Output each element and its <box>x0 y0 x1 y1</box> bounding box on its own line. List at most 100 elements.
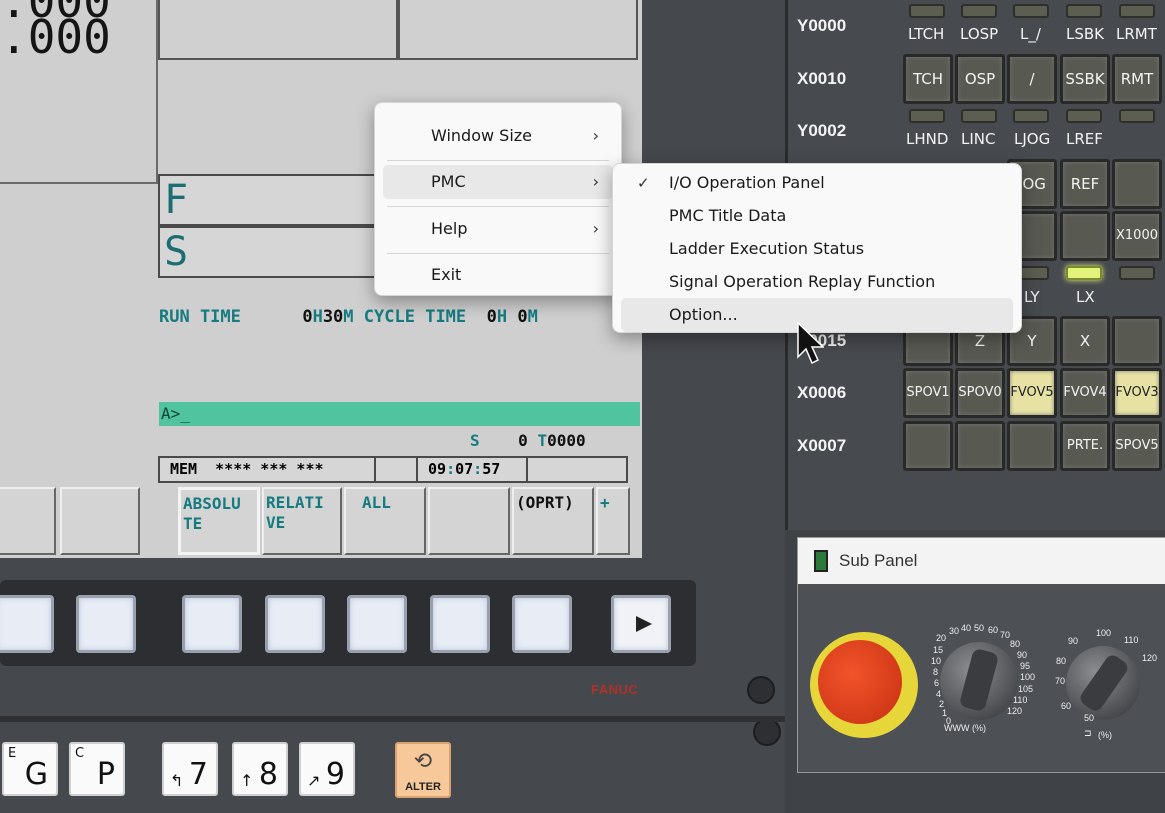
softkey-absolute-line1: ABSOLU <box>183 494 241 513</box>
chevron-right-icon: › <box>592 172 599 191</box>
key-p[interactable]: CP <box>69 742 125 796</box>
softkey-all[interactable]: ALL <box>344 487 426 555</box>
menu-item-exit[interactable]: Exit <box>383 258 613 292</box>
led-label-lhnd: LHND <box>906 130 949 148</box>
calculator-icon <box>814 550 828 572</box>
button-blank-r8b[interactable] <box>955 421 1005 471</box>
pmc-submenu: ✓ I/O Operation Panel PMC Title Data Ladd… <box>612 163 1022 333</box>
button-x[interactable]: X <box>1060 316 1110 366</box>
button-fvov5[interactable]: FVOV5 <box>1007 368 1057 418</box>
led-l-slash <box>1013 4 1049 18</box>
mode-status: MEM **** *** *** <box>160 458 376 481</box>
dial2-tick-120: 120 <box>1142 653 1158 663</box>
alter-key[interactable]: ⟲ ALTER <box>395 742 451 798</box>
hard-softkey-6[interactable] <box>430 595 490 653</box>
dial1-tick-105: 105 <box>1018 684 1034 694</box>
led-label-ly: LY <box>1024 288 1040 306</box>
mode-label: MEM <box>170 460 198 478</box>
hard-softkey-2[interactable] <box>76 595 136 653</box>
softkey-relative[interactable]: RELATI VE <box>262 487 342 555</box>
button-blank-r4b[interactable] <box>1060 211 1110 261</box>
button-fvov3[interactable]: FVOV3 <box>1112 368 1162 418</box>
key-9[interactable]: ↗ 9 <box>299 742 355 796</box>
row-label-y0002: Y0002 <box>797 121 847 140</box>
submenu-item-signal-operation-replay[interactable]: Signal Operation Replay Function <box>621 265 1013 299</box>
softkey-blank-2[interactable] <box>60 487 140 555</box>
button-spov5[interactable]: SPOV5 <box>1112 421 1162 471</box>
hard-softkey-4[interactable] <box>265 595 325 653</box>
dial1-tick-10: 10 <box>931 656 942 666</box>
submenu-item-ladder-execution-status[interactable]: Ladder Execution Status <box>621 232 1013 266</box>
button-prte[interactable]: PRTE. <box>1060 421 1110 471</box>
dial1-tick-120: 120 <box>1007 706 1023 716</box>
axis-coordinate-2: .000 <box>0 10 111 64</box>
softkey-oprt[interactable]: (OPRT) <box>512 487 594 555</box>
key-7[interactable]: ↰ 7 <box>162 742 218 796</box>
button-osp[interactable]: OSP <box>955 54 1005 104</box>
button-blank-r3[interactable] <box>1112 159 1162 209</box>
button-spov0[interactable]: SPOV0 <box>955 368 1005 418</box>
button-ssbk[interactable]: SSBK <box>1060 54 1110 104</box>
cycle-time-m-unit: M <box>527 307 538 327</box>
submenu-item-pmc-title-data[interactable]: PMC Title Data <box>621 199 1013 233</box>
button-rmt[interactable]: RMT <box>1112 54 1162 104</box>
dial1-tick-95: 95 <box>1020 661 1031 671</box>
clock-seconds: 57 <box>482 460 501 478</box>
command-input[interactable]: A>_ <box>159 402 640 426</box>
softkey-blank-3[interactable] <box>428 487 510 555</box>
run-time-m-unit: M <box>343 307 354 327</box>
dial1-tick-80: 80 <box>1010 639 1021 649</box>
sub-panel-window: Sub Panel WWW (%) 20 30 40 50 60 70 80 9… <box>797 537 1165 773</box>
dial2-tick-80: 80 <box>1056 656 1067 666</box>
softkey-blank-1[interactable] <box>0 487 56 555</box>
led-lx <box>1066 266 1102 280</box>
spindle-tool-row: S 0 T0000 <box>470 431 586 450</box>
dial1-tick-8: 8 <box>933 667 939 677</box>
softkey-plus[interactable]: + <box>596 487 630 555</box>
feed-display: F <box>158 174 378 226</box>
button-blank-r6b[interactable] <box>1112 316 1162 366</box>
sub-panel-titlebar[interactable]: Sub Panel <box>798 538 1165 584</box>
hard-softkey-7[interactable] <box>512 595 572 653</box>
button-ref[interactable]: REF <box>1060 159 1110 209</box>
key-g[interactable]: EG <box>2 742 58 796</box>
key-7-arrow-icon: ↰ <box>170 771 184 790</box>
button-spov1[interactable]: SPOV1 <box>903 368 953 418</box>
dial1-tick-20: 20 <box>936 633 947 643</box>
led-lsbk <box>1066 4 1102 18</box>
play-arrow-icon <box>636 616 652 632</box>
key-9-arrow-icon: ↗ <box>307 771 321 790</box>
submenu-item-io-operation-panel[interactable]: ✓ I/O Operation Panel <box>621 166 1013 200</box>
button-blank-r8a[interactable] <box>903 421 953 471</box>
menu-item-pmc[interactable]: PMC › <box>383 165 613 199</box>
dial2-tick-60: 60 <box>1061 701 1072 711</box>
hard-softkey-3[interactable] <box>182 595 242 653</box>
clock: 09:07:57 <box>418 458 528 481</box>
menu-separator <box>387 160 609 161</box>
alter-icon: ⟲ <box>413 748 433 773</box>
row-label-y0000: Y0000 <box>797 16 847 35</box>
spindle-dial-unit: (%) <box>1098 730 1112 740</box>
spindle-label: S <box>164 229 189 275</box>
run-time-hours: 0 <box>302 307 313 327</box>
key-8[interactable]: ↑ 8 <box>232 742 288 796</box>
button-fvov4[interactable]: FVOV4 <box>1060 368 1110 418</box>
menu-item-help[interactable]: Help › <box>383 212 613 246</box>
button-x1000[interactable]: X1000 <box>1112 211 1162 261</box>
menu-item-window-size[interactable]: Window Size › <box>383 119 613 153</box>
submenu-item-io-operation-panel-label: I/O Operation Panel <box>669 173 825 192</box>
bolt-2 <box>753 718 781 746</box>
run-time-label: RUN TIME <box>159 307 241 327</box>
row-label-x0006: X0006 <box>797 383 847 402</box>
emergency-stop-button[interactable] <box>810 632 918 738</box>
cycle-time-h-unit: H <box>496 307 508 327</box>
key-g-main: G <box>24 757 48 792</box>
hard-softkey-5[interactable] <box>347 595 407 653</box>
hard-softkey-1[interactable] <box>0 595 54 653</box>
button-tch[interactable]: TCH <box>903 54 953 104</box>
next-page-button[interactable] <box>611 595 671 653</box>
button-block-skip[interactable]: / <box>1007 54 1057 104</box>
button-blank-r8c[interactable] <box>1007 421 1057 471</box>
softkey-absolute[interactable]: ABSOLU TE <box>178 487 260 555</box>
led-lhnd <box>909 109 945 123</box>
